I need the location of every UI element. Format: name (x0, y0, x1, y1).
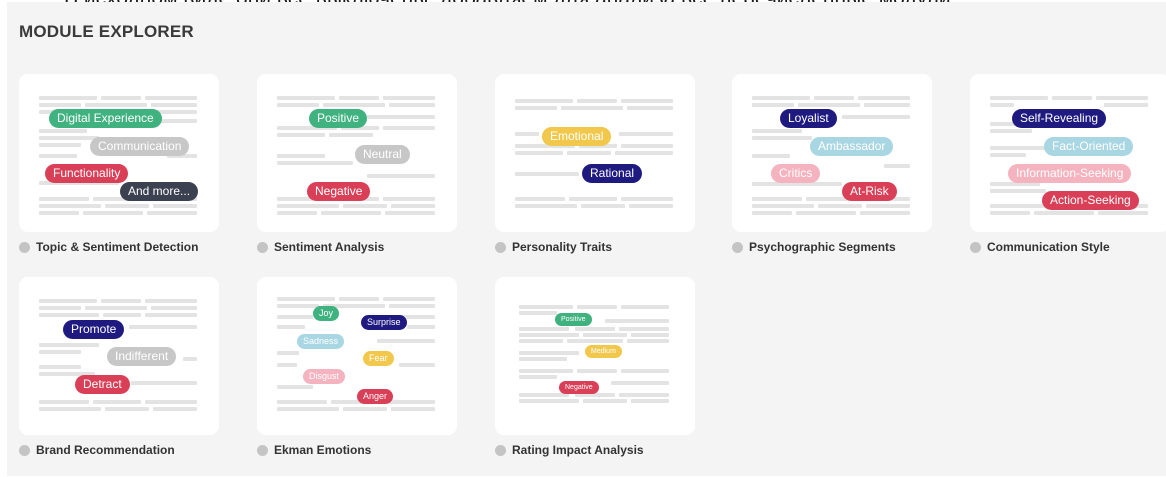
chip-neutral: Neutral (355, 145, 410, 164)
module-thumbnail: Self-Revealing Fact-Oriented Information… (970, 74, 1166, 232)
module-card-sentiment-analysis[interactable]: Positive Neutral Negative Sentiment Anal… (257, 74, 457, 256)
status-dot (19, 444, 30, 456)
module-label: Brand Recommendation (36, 443, 175, 457)
module-thumbnail: Emotional Rational (495, 74, 695, 232)
chip-emotional: Emotional (542, 127, 612, 146)
chip-sadness: Sadness (297, 334, 345, 349)
chip-self-revealing: Self-Revealing (1012, 109, 1107, 128)
chip-anger: Anger (357, 389, 394, 404)
chip-joy: Joy (313, 306, 340, 321)
module-label: Psychographic Segments (749, 240, 896, 254)
module-thumbnail: Digital Experience Communication Functio… (19, 74, 219, 232)
chip-negative: Negative (559, 381, 599, 394)
chip-positive: Positive (309, 109, 368, 128)
status-dot (970, 241, 981, 253)
module-thumbnail: Promote Indifferent Detract (19, 277, 219, 435)
module-label: Rating Impact Analysis (512, 443, 644, 457)
module-card-rating-impact-analysis[interactable]: Positive Medium Negative Rating Impact A… (495, 277, 695, 459)
chip-information-seeking: Information-Seeking (1008, 164, 1132, 183)
module-thumbnail: Positive Neutral Negative (257, 74, 457, 232)
chip-functionality: Functionality (45, 164, 129, 183)
status-dot (257, 241, 268, 253)
module-label: Personality Traits (512, 240, 613, 254)
module-label: Communication Style (987, 240, 1110, 254)
module-label: Sentiment Analysis (274, 240, 385, 254)
module-label: Topic & Sentiment Detection (36, 240, 199, 254)
module-card-topic-sentiment-detection[interactable]: Digital Experience Communication Functio… (19, 74, 219, 256)
chip-action-seeking: Action-Seeking (1042, 191, 1139, 210)
chip-medium: Medium (585, 345, 622, 358)
chip-and-more: And more... (120, 182, 199, 201)
status-dot (495, 241, 506, 253)
chip-indifferent: Indifferent (107, 347, 177, 366)
module-card-brand-recommendation[interactable]: Promote Indifferent Detract Brand Recomm… (19, 277, 219, 459)
status-dot (257, 444, 268, 456)
chip-at-risk: At-Risk (842, 182, 897, 201)
chip-detract: Detract (75, 375, 130, 394)
chip-fear: Fear (363, 351, 394, 366)
chip-fact-oriented: Fact-Oriented (1044, 137, 1134, 156)
chip-rational: Rational (582, 164, 643, 183)
module-card-psychographic-segments[interactable]: Loyalist Ambassador Critics At-Risk Psyc… (732, 74, 932, 256)
chip-digital-experience: Digital Experience (49, 109, 162, 128)
status-dot (19, 241, 30, 253)
module-label: Ekman Emotions (274, 443, 372, 457)
chip-promote: Promote (63, 320, 125, 339)
chip-critics: Critics (771, 164, 821, 183)
module-thumbnail: Joy Surprise Sadness Fear Disgust Anger (257, 277, 457, 435)
chip-communication: Communication (90, 137, 190, 156)
module-card-ekman-emotions[interactable]: Joy Surprise Sadness Fear Disgust Anger … (257, 277, 457, 459)
status-dot (495, 444, 506, 456)
chip-surprise: Surprise (361, 315, 407, 330)
chip-negative: Negative (307, 182, 371, 201)
module-thumbnail: Positive Medium Negative (495, 277, 695, 435)
module-thumbnail: Loyalist Ambassador Critics At-Risk (732, 74, 932, 232)
module-card-personality-traits[interactable]: Emotional Rational Personality Traits (495, 74, 695, 256)
module-explorer-panel: MODULE EXPLORER Digital Experience Commu… (7, 2, 1166, 476)
chip-ambassador: Ambassador (810, 137, 894, 156)
chip-disgust: Disgust (303, 369, 346, 384)
chip-loyalist: Loyalist (780, 109, 837, 128)
module-card-communication-style[interactable]: Self-Revealing Fact-Oriented Information… (970, 74, 1166, 256)
chip-positive: Positive (555, 313, 592, 326)
status-dot (732, 241, 743, 253)
panel-title: MODULE EXPLORER (19, 22, 194, 41)
